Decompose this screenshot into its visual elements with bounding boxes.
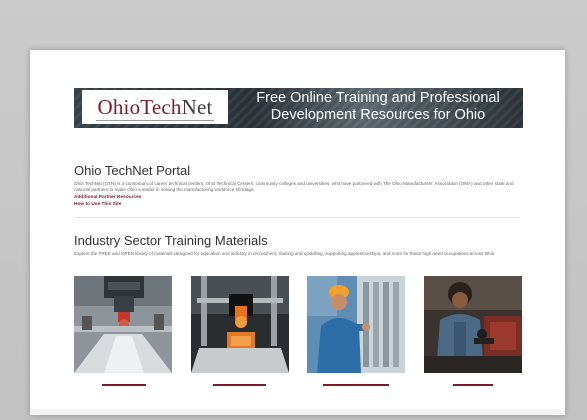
portal-description: Ohio TechNet (OTN) is a consortium of ca… <box>74 181 514 192</box>
card-underline-machinist <box>453 384 493 386</box>
how-to-use-link[interactable]: How to Use This Site <box>74 202 121 207</box>
logo-text-tech: Tech <box>140 94 182 119</box>
banner-title: Free Online Training and Professional De… <box>239 90 517 124</box>
header-banner: OhioTechNet Free Online Training and Pro… <box>74 88 523 128</box>
banner-title-line-1: Free Online Training and Professional <box>256 90 500 106</box>
logo-text: OhioTechNet <box>97 95 212 120</box>
welder-worker-image <box>424 276 522 373</box>
industrial-worker-image <box>307 276 405 373</box>
ohio-technet-logo[interactable]: OhioTechNet <box>82 90 228 124</box>
card-underline-3d-printer <box>213 384 266 386</box>
section-divider <box>74 217 520 218</box>
card-underline-cnc <box>102 384 146 386</box>
portal-heading: Ohio TechNet Portal <box>74 163 191 178</box>
sector-card-industrial-worker[interactable] <box>307 276 405 373</box>
cnc-machine-image <box>74 276 172 373</box>
industry-description: Explore the FREE and OPEN library of mat… <box>74 251 496 256</box>
banner-title-line-2: Development Resources for Ohio <box>270 107 486 123</box>
sector-card-3d-printer[interactable] <box>191 276 289 373</box>
screenshot-backdrop: OhioTechNet Free Online Training and Pro… <box>0 0 587 420</box>
logo-underline <box>96 120 214 121</box>
web-page: OhioTechNet Free Online Training and Pro… <box>30 50 565 415</box>
industry-heading: Industry Sector Training Materials <box>74 233 268 248</box>
sector-card-cnc[interactable] <box>74 276 172 373</box>
card-underline-industrial-worker <box>323 384 389 386</box>
sector-card-machinist[interactable] <box>424 276 522 373</box>
page-bottom-strip <box>30 409 565 415</box>
logo-text-ohio: Ohio <box>97 94 141 119</box>
logo-text-net: Net <box>181 94 213 119</box>
additional-partner-resources-link[interactable]: Additional Partner Resources <box>74 195 141 200</box>
3d-printer-image <box>191 276 289 373</box>
